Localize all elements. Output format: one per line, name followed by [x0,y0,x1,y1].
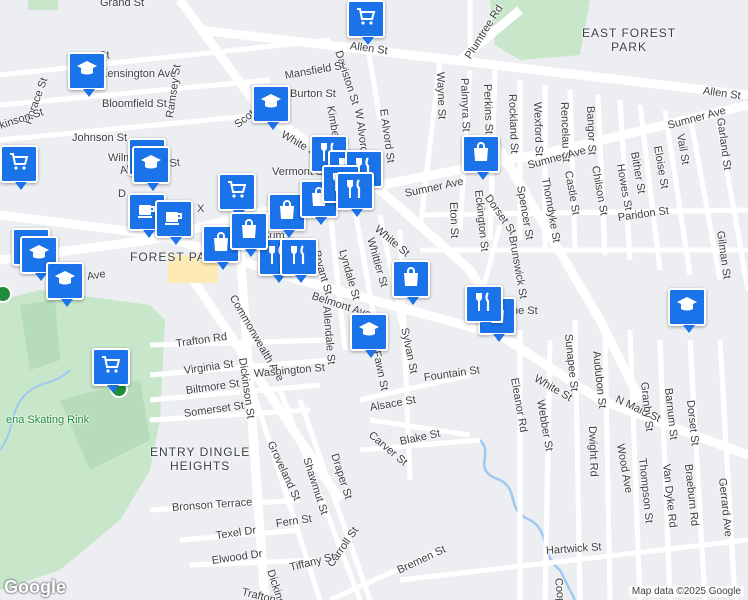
school-icon [357,318,381,347]
map-attribution[interactable]: Map data ©2025 Google [628,586,744,597]
shopping-bag-icon [469,140,493,169]
cafe-icon [162,205,186,234]
map-base-layer [0,0,748,600]
google-logo: Google [4,577,66,597]
street-label: Palmyra St [458,77,472,132]
grocery-icon [7,150,31,179]
area-label: EAST FOREST PARK [582,26,677,54]
shopping-bag-icon [275,198,299,227]
school-poi-marker[interactable] [46,262,84,307]
street-label: X [197,203,205,215]
restaurant-poi-marker[interactable] [280,238,318,283]
map-canvas[interactable]: EAST FOREST PARK FOREST PARK ENTRY DINGL… [0,0,748,600]
area-label: ENTRY DINGLE HEIGHTS [150,445,251,473]
street-label: Rockland St [506,93,521,154]
school-poi-marker[interactable] [68,52,106,97]
restaurant-icon [343,177,367,206]
street-label: Burton St [290,88,336,100]
school-poi-marker[interactable] [132,146,170,191]
grocery-icon [99,353,123,382]
restaurant-icon [287,243,311,272]
shopping-bag-poi-marker[interactable] [392,260,430,305]
street-label: Perkins St [481,83,495,135]
park-top-left [28,0,58,10]
school-poi-marker[interactable] [350,313,388,358]
street-label: Eton St [447,201,461,239]
shopping-bag-icon [399,265,423,294]
grocery-poi-marker[interactable] [92,348,130,393]
shopping-bag-poi-marker[interactable] [462,135,500,180]
school-poi-marker[interactable] [668,288,706,333]
school-icon [53,267,77,296]
grocery-poi-marker[interactable] [347,0,385,45]
street-label: Grand St [100,0,145,9]
street-label: Johnson St [72,132,128,144]
shopping-bag-icon [237,217,261,246]
cafe-poi-marker[interactable] [155,200,193,245]
school-icon [675,293,699,322]
grocery-icon [354,5,378,34]
street-label: D [118,188,126,200]
school-icon [139,151,163,180]
grocery-poi-marker[interactable] [218,173,256,218]
grocery-poi-marker[interactable] [0,145,38,190]
grocery-icon [225,178,249,207]
school-poi-marker[interactable] [252,85,290,130]
school-icon [75,57,99,86]
street-label: Kensington Ave [100,68,177,80]
stream [479,439,577,600]
street-label: Wexford St [531,101,545,157]
restaurant-icon [472,290,496,319]
restaurant-poi-marker[interactable] [336,172,374,217]
street-label: Bloomfield St [102,98,167,110]
place-label[interactable]: ena Skating Rink [6,414,89,426]
street-label: Bangor St [584,105,598,156]
restaurant-poi-marker[interactable] [465,285,503,330]
shopping-bag-poi-marker[interactable] [230,212,268,257]
street-label: Dwight Rd [586,425,600,477]
school-icon [259,90,283,119]
street-label: Wayne St [434,71,448,120]
